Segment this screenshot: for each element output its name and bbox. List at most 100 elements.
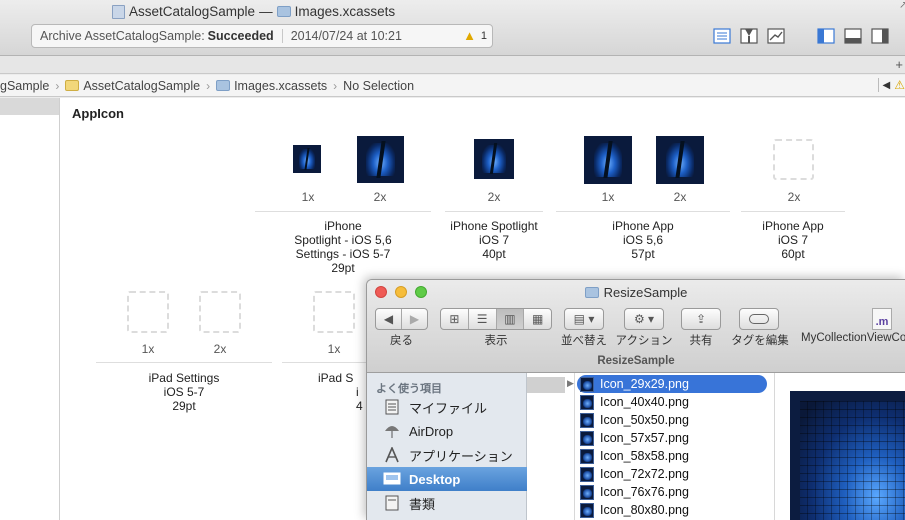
group-label-iphone-40pt: iPhone Spotlight iOS 7 40pt [434, 219, 554, 261]
icon-slot-29pt-2x[interactable] [357, 136, 404, 183]
action-button[interactable]: ⚙ ▾ [624, 308, 664, 330]
asset-list-sidebar [0, 98, 60, 520]
arrange-label: 並べ替え [561, 335, 607, 347]
png-file-icon [580, 466, 594, 482]
debug-area-toggle-button[interactable] [843, 27, 863, 45]
file-row[interactable]: Icon_40x40.png [577, 393, 689, 411]
file-row[interactable]: Icon_80x80.png [577, 501, 689, 519]
edit-tags-button[interactable] [739, 308, 779, 330]
scale-label: 1x [327, 342, 341, 356]
finder-toolbar: ResizeSample ◀ ▶ 戻る ⊞ ☰ ▥ ▦ 表示 ▤ ▾ 並べ替え … [367, 280, 905, 373]
file-row[interactable]: Icon_76x76.png [577, 483, 689, 501]
sidebar-item-documents[interactable]: 書類 [367, 491, 527, 515]
back-button[interactable]: ◀ [376, 309, 402, 329]
empty-icon-slot-ipad-29pt-1x[interactable] [127, 291, 169, 333]
group-divider [445, 211, 543, 212]
toolbar-file-label[interactable]: MyCollectionViewCo [801, 332, 905, 344]
icon-slot-40pt-2x[interactable] [474, 139, 514, 179]
scale-label: 2x [787, 190, 801, 204]
share-label: 共有 [689, 335, 713, 347]
group-divider [741, 211, 845, 212]
scale-label: 2x [213, 342, 227, 356]
back-label: 戻る [390, 335, 413, 347]
share-button[interactable]: ⇪ [681, 308, 721, 330]
sidebar-item-label: アプリケーション [409, 448, 513, 464]
icon-view-button[interactable]: ⊞ [441, 309, 469, 329]
empty-icon-slot-ipad-40pt-1x[interactable] [313, 291, 355, 333]
empty-icon-slot-60pt-2x[interactable] [773, 139, 814, 180]
project-file-icon [112, 4, 125, 19]
file-row[interactable]: Icon_29x29.png [577, 375, 767, 393]
sidebar-item-all-my-files[interactable]: マイファイル [367, 395, 527, 419]
group-label-line: 57pt [631, 247, 655, 261]
jumpbar-item-project-group[interactable]: gSample [0, 79, 49, 93]
file-row[interactable]: Icon_58x58.png [577, 447, 689, 465]
sidebar-item-desktop[interactable]: Desktop [367, 467, 527, 491]
file-row[interactable]: Icon_57x57.png [577, 429, 689, 447]
objc-file-icon[interactable]: .m [872, 308, 892, 330]
group-label-iphone-57pt: iPhone App iOS 5,6 57pt [556, 219, 730, 261]
warning-icon[interactable]: ▲ [463, 28, 476, 43]
sidebar-item-applications[interactable]: アプリケーション [367, 443, 527, 467]
png-file-icon [580, 448, 594, 464]
activity-status-bar[interactable]: Archive AssetCatalogSample: Succeeded 20… [31, 24, 493, 48]
finder-path-title: ResizeSample [597, 355, 675, 367]
group-divider [282, 362, 366, 363]
arrange-button[interactable]: ▤ ▾ [564, 308, 604, 330]
sidebar-item-label: 書類 [409, 496, 436, 512]
icon-slot-29pt-1x[interactable] [293, 145, 321, 173]
left-panel-icon [817, 28, 835, 44]
all-files-icon [385, 399, 399, 415]
selected-folder-row[interactable] [527, 377, 565, 393]
fullscreen-icon[interactable]: ↗ [899, 0, 905, 14]
jumpbar-item-folder[interactable]: AssetCatalogSample [65, 79, 200, 93]
png-file-icon [580, 376, 594, 392]
empty-icon-slot-ipad-29pt-2x[interactable] [199, 291, 241, 333]
tag-icon [749, 314, 769, 324]
jumpbar-item-asset-catalog[interactable]: Images.xcassets [216, 79, 327, 93]
assistant-editor-button[interactable] [739, 27, 759, 45]
column-view-button[interactable]: ▥ [496, 309, 525, 329]
forward-button[interactable]: ▶ [402, 309, 427, 329]
group-label-line: iOS 7 [777, 233, 808, 247]
image-preview [790, 391, 905, 520]
jumpbar-label: AssetCatalogSample [83, 78, 201, 93]
asset-set-title: AppIcon [72, 106, 124, 121]
chevron-right-icon: › [55, 78, 60, 93]
finder-window: ResizeSample ◀ ▶ 戻る ⊞ ☰ ▥ ▦ 表示 ▤ ▾ 並べ替え … [366, 279, 905, 520]
issue-warning-icon[interactable]: ⚠ [894, 78, 905, 92]
scale-label: 1x [601, 190, 615, 204]
status-divider [281, 29, 283, 43]
sidebar-item-airdrop[interactable]: AirDrop [367, 419, 527, 443]
file-row[interactable]: Icon_50x50.png [577, 411, 689, 429]
version-editor-icon [767, 28, 785, 44]
warning-count[interactable]: 1 [481, 30, 487, 42]
standard-editor-button[interactable] [712, 27, 732, 45]
group-label-line: Settings - iOS 5-7 [295, 247, 391, 261]
folder-icon [65, 80, 80, 91]
previous-issue-icon[interactable]: ◀ [883, 80, 891, 91]
utilities-toggle-button[interactable] [870, 27, 890, 45]
png-file-icon [580, 502, 594, 518]
group-divider [96, 362, 272, 363]
group-label-line: 29pt [172, 399, 196, 413]
finder-window-title: ResizeSample [367, 285, 905, 300]
selected-asset-row[interactable] [0, 98, 59, 115]
window-title-separator: — [259, 4, 273, 19]
file-row[interactable]: Icon_72x72.png [577, 465, 689, 483]
divider [877, 78, 879, 92]
jumpbar-label: No Selection [343, 78, 415, 93]
group-label-iphone-29pt: iPhone Spotlight - iOS 5,6 Settings - iO… [255, 219, 431, 275]
coverflow-view-button[interactable]: ▦ [524, 309, 551, 329]
icon-slot-57pt-2x[interactable] [656, 136, 704, 184]
add-tab-icon[interactable]: + [895, 57, 903, 72]
group-label-line: 60pt [781, 247, 805, 261]
status-result: Succeeded [207, 29, 274, 43]
jumpbar-item-selection[interactable]: No Selection [343, 79, 414, 93]
version-editor-button[interactable] [766, 27, 786, 45]
icon-slot-57pt-1x[interactable] [584, 136, 632, 184]
navigator-toggle-button[interactable] [816, 27, 836, 45]
list-view-button[interactable]: ☰ [469, 309, 497, 329]
tab-bar: + [0, 56, 905, 74]
scale-label: 1x [301, 190, 315, 204]
